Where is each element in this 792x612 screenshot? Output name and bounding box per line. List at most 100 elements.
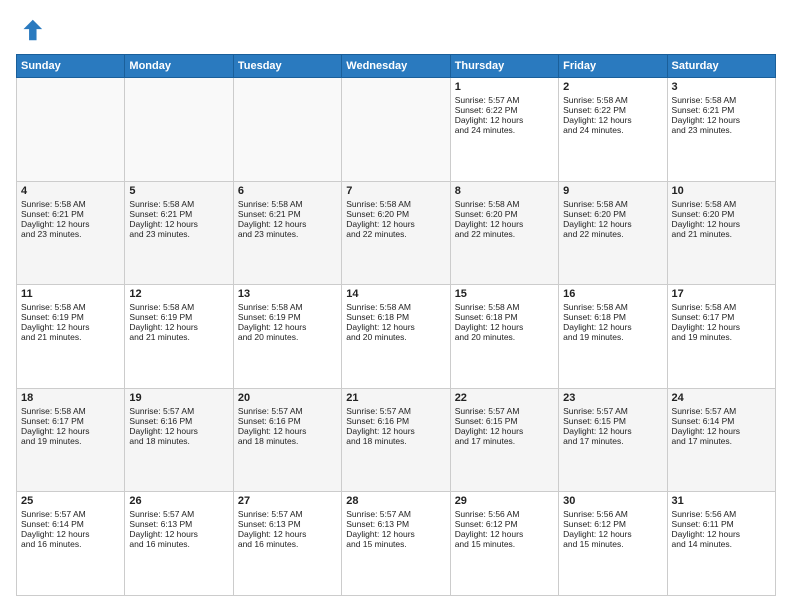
day-number: 12 [129, 288, 228, 300]
calendar-cell: 3Sunrise: 5:58 AMSunset: 6:21 PMDaylight… [667, 78, 775, 182]
day-info: Daylight: 12 hours [346, 322, 445, 332]
calendar-cell: 29Sunrise: 5:56 AMSunset: 6:12 PMDayligh… [450, 492, 558, 596]
day-info: and 24 minutes. [563, 125, 662, 135]
calendar-header-friday: Friday [559, 55, 667, 78]
day-info: Daylight: 12 hours [455, 322, 554, 332]
day-info: Sunrise: 5:57 AM [21, 509, 120, 519]
day-number: 14 [346, 288, 445, 300]
day-info: Sunset: 6:14 PM [672, 416, 771, 426]
day-info: Sunset: 6:18 PM [346, 312, 445, 322]
day-info: Sunrise: 5:57 AM [455, 406, 554, 416]
day-info: Daylight: 12 hours [21, 322, 120, 332]
day-number: 1 [455, 81, 554, 93]
day-info: Daylight: 12 hours [563, 219, 662, 229]
day-number: 20 [238, 392, 337, 404]
calendar-week-5: 25Sunrise: 5:57 AMSunset: 6:14 PMDayligh… [17, 492, 776, 596]
day-info: and 19 minutes. [21, 436, 120, 446]
day-info: Sunset: 6:17 PM [672, 312, 771, 322]
day-info: Sunset: 6:14 PM [21, 519, 120, 529]
calendar-cell: 8Sunrise: 5:58 AMSunset: 6:20 PMDaylight… [450, 181, 558, 285]
day-info: Sunrise: 5:58 AM [346, 302, 445, 312]
calendar-cell: 1Sunrise: 5:57 AMSunset: 6:22 PMDaylight… [450, 78, 558, 182]
calendar-cell: 6Sunrise: 5:58 AMSunset: 6:21 PMDaylight… [233, 181, 341, 285]
day-info: Daylight: 12 hours [129, 529, 228, 539]
day-info: Daylight: 12 hours [672, 322, 771, 332]
day-number: 13 [238, 288, 337, 300]
calendar-cell [342, 78, 450, 182]
day-info: and 21 minutes. [672, 229, 771, 239]
day-number: 15 [455, 288, 554, 300]
day-number: 6 [238, 185, 337, 197]
day-info: Daylight: 12 hours [672, 426, 771, 436]
day-info: Sunrise: 5:58 AM [129, 302, 228, 312]
calendar-cell: 16Sunrise: 5:58 AMSunset: 6:18 PMDayligh… [559, 285, 667, 389]
day-info: Daylight: 12 hours [238, 219, 337, 229]
day-info: Sunrise: 5:58 AM [563, 95, 662, 105]
day-info: and 19 minutes. [563, 332, 662, 342]
calendar-header-sunday: Sunday [17, 55, 125, 78]
day-number: 26 [129, 495, 228, 507]
day-number: 25 [21, 495, 120, 507]
day-info: Daylight: 12 hours [563, 426, 662, 436]
day-info: Sunrise: 5:58 AM [21, 199, 120, 209]
day-info: Sunrise: 5:58 AM [129, 199, 228, 209]
day-info: Daylight: 12 hours [455, 219, 554, 229]
day-info: Sunrise: 5:57 AM [129, 509, 228, 519]
calendar-header-monday: Monday [125, 55, 233, 78]
day-info: Sunrise: 5:57 AM [563, 406, 662, 416]
day-info: Sunrise: 5:58 AM [455, 199, 554, 209]
day-info: and 22 minutes. [563, 229, 662, 239]
calendar-cell [233, 78, 341, 182]
day-info: and 17 minutes. [563, 436, 662, 446]
day-info: and 16 minutes. [21, 539, 120, 549]
day-number: 11 [21, 288, 120, 300]
calendar-cell: 20Sunrise: 5:57 AMSunset: 6:16 PMDayligh… [233, 388, 341, 492]
calendar-header-thursday: Thursday [450, 55, 558, 78]
day-info: Sunset: 6:21 PM [672, 105, 771, 115]
calendar-header-row: SundayMondayTuesdayWednesdayThursdayFrid… [17, 55, 776, 78]
calendar-cell [17, 78, 125, 182]
day-info: Daylight: 12 hours [346, 426, 445, 436]
day-number: 8 [455, 185, 554, 197]
day-info: Sunset: 6:22 PM [455, 105, 554, 115]
day-number: 19 [129, 392, 228, 404]
day-info: and 23 minutes. [21, 229, 120, 239]
day-info: Daylight: 12 hours [21, 426, 120, 436]
day-info: Daylight: 12 hours [21, 219, 120, 229]
day-info: and 15 minutes. [455, 539, 554, 549]
calendar-cell: 4Sunrise: 5:58 AMSunset: 6:21 PMDaylight… [17, 181, 125, 285]
calendar-cell: 5Sunrise: 5:58 AMSunset: 6:21 PMDaylight… [125, 181, 233, 285]
day-info: Sunset: 6:20 PM [563, 209, 662, 219]
calendar-cell: 25Sunrise: 5:57 AMSunset: 6:14 PMDayligh… [17, 492, 125, 596]
day-info: Sunrise: 5:57 AM [238, 509, 337, 519]
day-info: Sunrise: 5:58 AM [21, 406, 120, 416]
calendar-week-2: 4Sunrise: 5:58 AMSunset: 6:21 PMDaylight… [17, 181, 776, 285]
day-number: 4 [21, 185, 120, 197]
day-number: 7 [346, 185, 445, 197]
day-number: 29 [455, 495, 554, 507]
day-number: 27 [238, 495, 337, 507]
calendar-week-4: 18Sunrise: 5:58 AMSunset: 6:17 PMDayligh… [17, 388, 776, 492]
day-info: and 18 minutes. [129, 436, 228, 446]
day-info: and 21 minutes. [129, 332, 228, 342]
day-info: Sunrise: 5:58 AM [238, 199, 337, 209]
day-info: Daylight: 12 hours [455, 115, 554, 125]
day-info: Sunrise: 5:58 AM [346, 199, 445, 209]
day-info: Daylight: 12 hours [129, 426, 228, 436]
day-info: Sunrise: 5:58 AM [672, 199, 771, 209]
day-info: Sunset: 6:16 PM [238, 416, 337, 426]
day-info: Sunset: 6:13 PM [238, 519, 337, 529]
day-info: Sunset: 6:12 PM [563, 519, 662, 529]
day-info: Sunrise: 5:58 AM [238, 302, 337, 312]
day-info: Sunrise: 5:58 AM [455, 302, 554, 312]
calendar-cell: 17Sunrise: 5:58 AMSunset: 6:17 PMDayligh… [667, 285, 775, 389]
logo-icon [16, 16, 44, 44]
calendar-cell: 2Sunrise: 5:58 AMSunset: 6:22 PMDaylight… [559, 78, 667, 182]
day-number: 17 [672, 288, 771, 300]
calendar-cell: 30Sunrise: 5:56 AMSunset: 6:12 PMDayligh… [559, 492, 667, 596]
day-info: Daylight: 12 hours [238, 322, 337, 332]
day-info: Sunset: 6:12 PM [455, 519, 554, 529]
day-number: 21 [346, 392, 445, 404]
day-info: and 18 minutes. [238, 436, 337, 446]
calendar-cell: 18Sunrise: 5:58 AMSunset: 6:17 PMDayligh… [17, 388, 125, 492]
